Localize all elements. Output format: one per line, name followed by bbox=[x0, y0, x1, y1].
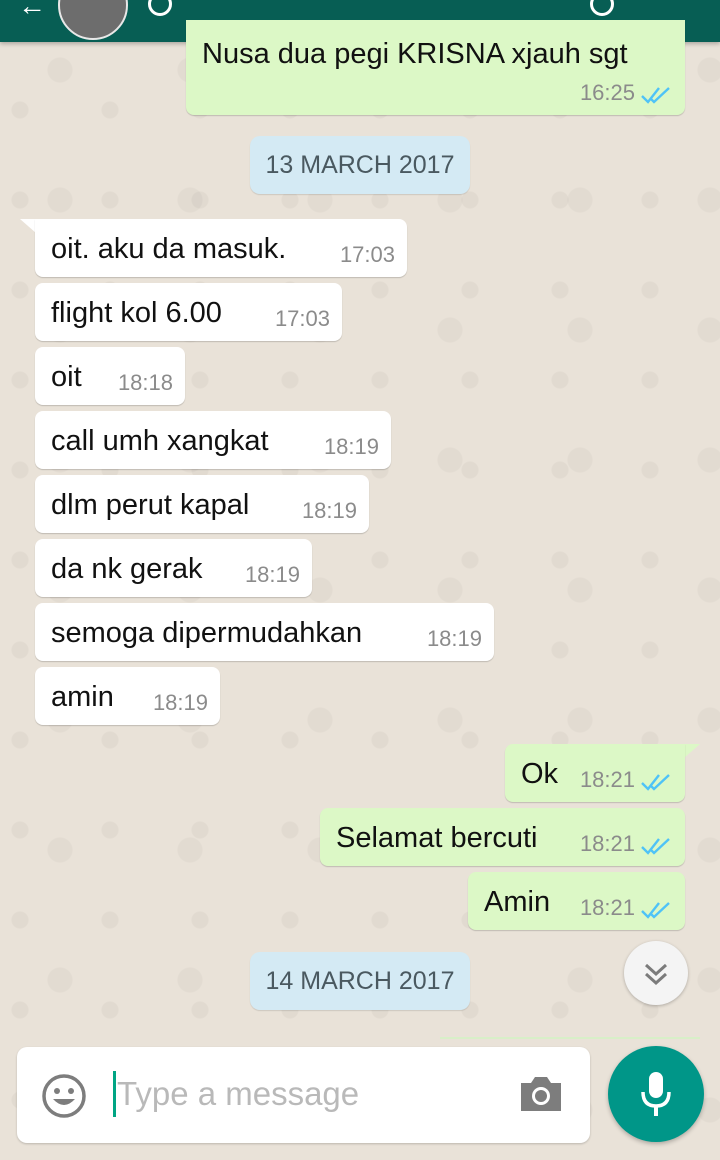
mic-icon bbox=[641, 1072, 671, 1116]
double-tick-icon bbox=[641, 838, 670, 855]
message-bubble-incoming[interactable]: amin 18:19 bbox=[35, 667, 220, 725]
message-bubble-outgoing[interactable]: Amin 18:21 bbox=[468, 872, 685, 930]
message-text: da nk gerak bbox=[51, 553, 203, 585]
message-time: 17:03 bbox=[339, 242, 395, 267]
status-icon bbox=[148, 0, 172, 16]
message-text: dlm perut kapal bbox=[51, 489, 250, 521]
message-input-bar[interactable]: Type a message bbox=[17, 1047, 590, 1143]
date-separator: 13 MARCH 2017 bbox=[250, 136, 470, 194]
message-bubble-outgoing[interactable]: Selamat bercuti 18:21 bbox=[320, 808, 685, 866]
message-bubble-incoming[interactable]: flight kol 6.00 17:03 bbox=[35, 283, 342, 341]
message-bubble-outgoing[interactable]: Ok 18:21 bbox=[505, 744, 685, 802]
message-bubble-incoming[interactable]: oit 18:18 bbox=[35, 347, 185, 405]
message-text: Amin bbox=[484, 886, 551, 918]
message-bubble-incoming[interactable]: call umh xangkat 18:19 bbox=[35, 411, 391, 469]
mic-button[interactable] bbox=[608, 1046, 704, 1142]
camera-icon[interactable] bbox=[517, 1073, 565, 1115]
message-time: 18:18 bbox=[117, 370, 173, 395]
message-text: semoga dipermudahkan bbox=[51, 617, 363, 649]
message-time: 17:03 bbox=[274, 306, 330, 331]
message-time: 18:21 bbox=[579, 895, 635, 920]
message-text: amin bbox=[51, 681, 114, 713]
message-time: 16:25 bbox=[579, 80, 635, 105]
scroll-down-button[interactable] bbox=[624, 941, 688, 1005]
bubble-tail bbox=[684, 744, 700, 758]
message-text: Ok bbox=[521, 758, 559, 790]
message-text: flight kol 6.00 bbox=[51, 297, 222, 329]
message-bubble-incoming[interactable]: semoga dipermudahkan 18:19 bbox=[35, 603, 494, 661]
message-time: 18:21 bbox=[579, 831, 635, 856]
call-icon[interactable] bbox=[590, 0, 614, 16]
double-tick-icon bbox=[641, 87, 670, 104]
message-text: oit. aku da masuk. bbox=[51, 233, 287, 265]
partial-bubble-edge bbox=[440, 1037, 700, 1039]
message-text: oit bbox=[51, 361, 82, 393]
message-input[interactable]: Type a message bbox=[117, 1075, 359, 1113]
contact-avatar[interactable] bbox=[58, 0, 128, 40]
back-arrow-icon[interactable]: ← bbox=[18, 0, 46, 22]
menu-icon[interactable] bbox=[668, 0, 672, 13]
message-text: Selamat bercuti bbox=[336, 822, 538, 854]
message-bubble-outgoing[interactable]: Nusa dua pegi KRISNA xjauh sgt 16:25 bbox=[186, 20, 685, 115]
double-tick-icon bbox=[641, 774, 670, 791]
message-time: 18:19 bbox=[244, 562, 300, 587]
message-bubble-incoming[interactable]: dlm perut kapal 18:19 bbox=[35, 475, 369, 533]
message-time: 18:21 bbox=[579, 767, 635, 792]
message-text: call umh xangkat bbox=[51, 425, 269, 457]
message-bubble-incoming[interactable]: oit. aku da masuk. 17:03 bbox=[35, 219, 407, 277]
message-time: 18:19 bbox=[152, 690, 208, 715]
message-time: 18:19 bbox=[323, 434, 379, 459]
message-time: 18:19 bbox=[301, 498, 357, 523]
double-tick-icon bbox=[641, 902, 670, 919]
message-time: 18:19 bbox=[426, 626, 482, 651]
text-caret bbox=[113, 1071, 116, 1117]
message-bubble-incoming[interactable]: da nk gerak 18:19 bbox=[35, 539, 312, 597]
message-text: Nusa dua pegi KRISNA xjauh sgt bbox=[202, 38, 628, 70]
bubble-tail bbox=[20, 219, 36, 233]
emoji-icon[interactable] bbox=[41, 1073, 87, 1119]
date-separator: 14 MARCH 2017 bbox=[250, 952, 470, 1010]
scroll-down-icon bbox=[644, 963, 668, 986]
